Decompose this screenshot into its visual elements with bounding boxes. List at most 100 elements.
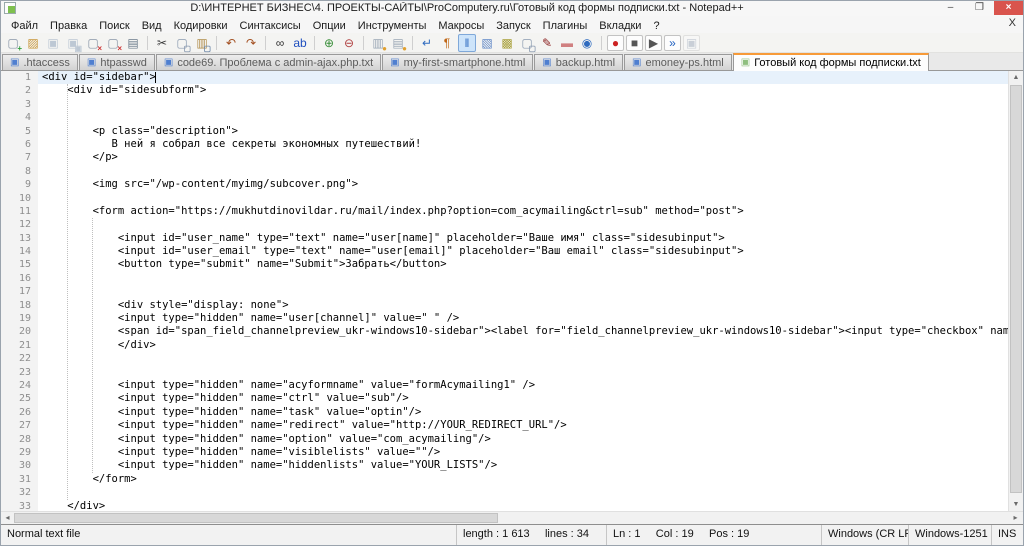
monitoring-eye-icon[interactable]: ◉ — [578, 34, 596, 52]
paste-icon[interactable]: ▥▢ — [193, 34, 211, 52]
code-line-30[interactable]: 30 <input type="hidden" name="hiddenlist… — [1, 459, 1008, 472]
code-line-31[interactable]: 31 </form> — [1, 473, 1008, 486]
line-number: 19 — [1, 312, 38, 325]
macro-play-icon[interactable]: ▶ — [645, 35, 662, 51]
close-document-icon[interactable]: X — [1009, 17, 1016, 29]
code-line-22[interactable]: 22 — [1, 352, 1008, 365]
vertical-scroll-thumb[interactable] — [1010, 85, 1022, 493]
code-line-15[interactable]: 15 <button type="submit" name="Submit">З… — [1, 258, 1008, 271]
open-folder-icon[interactable]: ▨ — [24, 34, 42, 52]
tab-backup.html[interactable]: ▣backup.html — [534, 54, 623, 70]
doc-map-icon[interactable]: ▧ — [478, 34, 496, 52]
code-line-19[interactable]: 19 <input type="hidden" name="user[chann… — [1, 312, 1008, 325]
scroll-right-arrow-icon[interactable]: ▸ — [1009, 512, 1022, 524]
code-line-11[interactable]: 11 <form action="https://mukhutdinovilda… — [1, 205, 1008, 218]
code-line-28[interactable]: 28 <input type="hidden" name="option" va… — [1, 433, 1008, 446]
code-line-32[interactable]: 32 — [1, 486, 1008, 499]
code-line-6[interactable]: 6 В ней я собрал все секреты экономных п… — [1, 138, 1008, 151]
tab-htpasswd[interactable]: ▣htpasswd — [79, 54, 155, 70]
code-line-26[interactable]: 26 <input type="hidden" name="task" valu… — [1, 406, 1008, 419]
macro-record-icon[interactable]: ● — [607, 35, 624, 51]
code-line-24[interactable]: 24 <input type="hidden" name="acyformnam… — [1, 379, 1008, 392]
macro-run-multiple-icon[interactable]: » — [664, 35, 681, 51]
scroll-left-arrow-icon[interactable]: ◂ — [1, 512, 14, 524]
menu-item-Плагины[interactable]: Плагины — [537, 19, 594, 33]
cut-icon[interactable]: ✂ — [153, 34, 171, 52]
code-line-25[interactable]: 25 <input type="hidden" name="ctrl" valu… — [1, 392, 1008, 405]
text-editor[interactable]: 1<div id="sidebar">2 <div id="sidesubfor… — [1, 71, 1023, 511]
tab-.htaccess[interactable]: ▣.htaccess — [2, 54, 78, 70]
menu-item-?[interactable]: ? — [647, 19, 665, 33]
doc-switcher-icon[interactable]: ▢▢ — [518, 34, 536, 52]
menu-item-Инструменты[interactable]: Инструменты — [352, 19, 433, 33]
code-line-10[interactable]: 10 — [1, 192, 1008, 205]
zoom-out-icon[interactable]: ⊖ — [340, 34, 358, 52]
minimize-button[interactable]: – — [936, 1, 965, 15]
tab-Готовый код формы подписки.txt[interactable]: ▣Готовый код формы подписки.txt — [733, 53, 929, 71]
close-all-icon[interactable]: ▢× — [104, 34, 122, 52]
define-language-icon[interactable]: ✎ — [538, 34, 556, 52]
function-list-icon[interactable]: ▩ — [498, 34, 516, 52]
vertical-scrollbar[interactable]: ▲ ▼ — [1008, 71, 1023, 511]
menu-item-Синтаксисы[interactable]: Синтаксисы — [234, 19, 307, 33]
code-line-4[interactable]: 4 — [1, 111, 1008, 124]
menu-item-Запуск[interactable]: Запуск — [490, 19, 536, 33]
close-file-icon[interactable]: ▢× — [84, 34, 102, 52]
code-line-7[interactable]: 7 </p> — [1, 151, 1008, 164]
code-line-5[interactable]: 5 <p class="description"> — [1, 125, 1008, 138]
menu-item-Правка[interactable]: Правка — [44, 19, 93, 33]
code-line-23[interactable]: 23 — [1, 366, 1008, 379]
code-line-27[interactable]: 27 <input type="hidden" name="redirect" … — [1, 419, 1008, 432]
status-encoding[interactable]: Windows-1251 — [908, 525, 991, 545]
undo-icon[interactable]: ↶ — [222, 34, 240, 52]
horizontal-scrollbar[interactable]: ◂ ▸ — [1, 511, 1023, 524]
code-line-21[interactable]: 21 </div> — [1, 339, 1008, 352]
restore-button[interactable]: ❐ — [965, 1, 994, 15]
code-line-2[interactable]: 2 <div id="sidesubform"> — [1, 84, 1008, 97]
word-wrap-icon[interactable]: ↵ — [418, 34, 436, 52]
menu-item-Поиск[interactable]: Поиск — [93, 19, 135, 33]
tab-my-first-smartphone.html[interactable]: ▣my-first-smartphone.html — [382, 54, 533, 70]
code-line-16[interactable]: 16 — [1, 272, 1008, 285]
find-icon[interactable]: ∞ — [271, 34, 289, 52]
code-line-12[interactable]: 12 — [1, 218, 1008, 231]
status-eol-format[interactable]: Windows (CR LF) — [821, 525, 908, 545]
code-line-1[interactable]: 1<div id="sidebar"> — [1, 71, 1008, 84]
menu-item-Вкладки[interactable]: Вкладки — [593, 19, 647, 33]
code-line-14[interactable]: 14 <input id="user_email" type="text" na… — [1, 245, 1008, 258]
code-line-29[interactable]: 29 <input type="hidden" name="visiblelis… — [1, 446, 1008, 459]
code-line-18[interactable]: 18 <div style="display: none"> — [1, 299, 1008, 312]
status-insert-mode[interactable]: INS — [991, 525, 1023, 545]
redo-icon[interactable]: ↷ — [242, 34, 260, 52]
show-all-characters-icon[interactable]: ¶ — [438, 34, 456, 52]
menu-item-Вид[interactable]: Вид — [136, 19, 168, 33]
code-line-33[interactable]: 33 </div> — [1, 500, 1008, 512]
code-line-17[interactable]: 17 — [1, 285, 1008, 298]
zoom-in-icon[interactable]: ⊕ — [320, 34, 338, 52]
code-line-3[interactable]: 3 — [1, 98, 1008, 111]
code-line-20[interactable]: 20 <span id="span_field_channelpreview_u… — [1, 325, 1008, 338]
tab-code69. Проблема с admin-ajax.php.txt[interactable]: ▣code69. Проблема с admin-ajax.php.txt — [156, 54, 381, 70]
show-indent-guide-icon[interactable]: ‖ — [458, 34, 476, 52]
copy-icon[interactable]: ▢▢ — [173, 34, 191, 52]
code-line-9[interactable]: 9 <img src="/wp-content/myimg/subcover.p… — [1, 178, 1008, 191]
menu-item-Макросы[interactable]: Макросы — [432, 19, 490, 33]
macro-stop-icon[interactable]: ■ — [626, 35, 643, 51]
print-icon[interactable]: ▤ — [124, 34, 142, 52]
menu-item-Файл[interactable]: Файл — [5, 19, 44, 33]
scroll-down-arrow-icon[interactable]: ▼ — [1009, 498, 1023, 511]
plugin-tool-icon[interactable]: ▬ — [558, 34, 576, 52]
menu-item-Кодировки[interactable]: Кодировки — [168, 19, 234, 33]
code-line-8[interactable]: 8 — [1, 165, 1008, 178]
replace-icon[interactable]: ab — [291, 34, 309, 52]
horizontal-scroll-thumb[interactable] — [14, 513, 498, 523]
code-area[interactable]: 1<div id="sidebar">2 <div id="sidesubfor… — [1, 71, 1008, 511]
sync-vertical-scroll-icon[interactable]: ▥● — [369, 34, 387, 52]
menu-item-Опции[interactable]: Опции — [307, 19, 352, 33]
close-button[interactable]: × — [994, 1, 1023, 15]
new-file-icon[interactable]: ▢+ — [4, 34, 22, 52]
tab-emoney-ps.html[interactable]: ▣emoney-ps.html — [624, 54, 732, 70]
code-line-13[interactable]: 13 <input id="user_name" type="text" nam… — [1, 232, 1008, 245]
scroll-up-arrow-icon[interactable]: ▲ — [1009, 71, 1023, 84]
sync-horizontal-scroll-icon[interactable]: ▤● — [389, 34, 407, 52]
